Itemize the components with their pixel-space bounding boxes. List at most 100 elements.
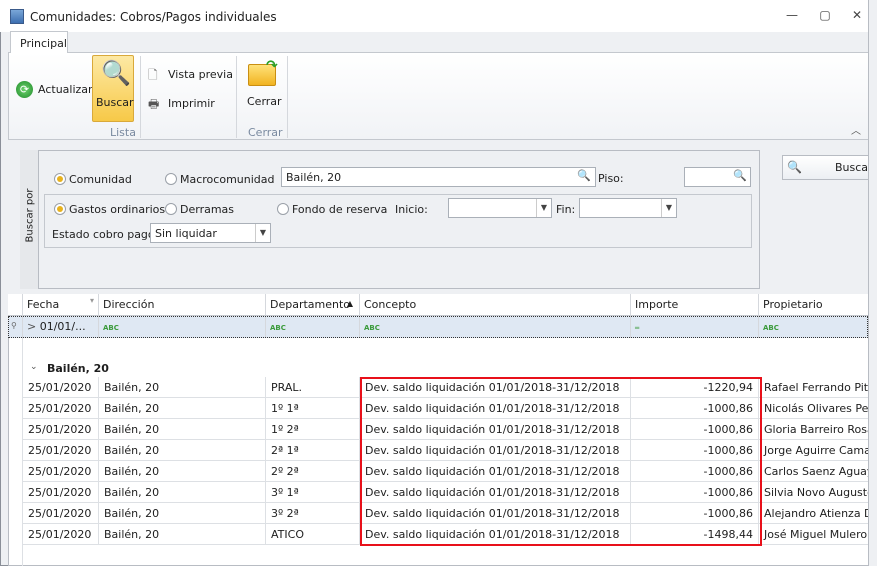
table-cell-fecha[interactable]: 25/01/2020 [23, 440, 99, 461]
vista-previa-label: Vista previa [168, 68, 233, 81]
table-cell-propietario[interactable]: Carlos Saenz Aguayo [759, 461, 869, 482]
table-cell-fecha[interactable]: 25/01/2020 [23, 461, 99, 482]
table-cell-direccion[interactable]: Bailén, 20 [99, 377, 266, 398]
table-cell-direccion[interactable]: Bailén, 20 [99, 419, 266, 440]
magnifier-icon: 🔍 [101, 59, 131, 87]
ribbon [8, 52, 869, 140]
group-cerrar-label: Cerrar [248, 126, 283, 139]
table-cell-depto[interactable]: 2ª 1ª [266, 440, 360, 461]
filter-cell-direccion[interactable]: ABC [99, 316, 266, 338]
column-header-concepto[interactable]: Concepto [360, 294, 631, 316]
buscar-por-label: Buscar por [20, 150, 39, 289]
column-header-depto[interactable]: Departamento ▲ [266, 294, 360, 316]
table-cell-propietario[interactable]: Jorge Aguirre Camarero [759, 440, 869, 461]
inicio-label: Inicio: [395, 203, 428, 216]
table-cell-direccion[interactable]: Bailén, 20 [99, 461, 266, 482]
row-indicator-column [8, 338, 23, 566]
table-cell-depto[interactable]: PRAL. [266, 377, 360, 398]
chevron-down-icon[interactable]: ▼ [536, 199, 551, 217]
search-icon[interactable]: 🔍 [733, 169, 747, 182]
tab-principal[interactable]: Principal [10, 31, 68, 53]
cerrar-ribbon-button[interactable]: ↷ Cerrar [244, 58, 284, 114]
table-cell-propietario[interactable]: Rafael Ferrando Pitarch [759, 377, 869, 398]
printer-icon: 🖶 [148, 97, 160, 111]
vista-previa-button[interactable]: 🗋 Vista previa [148, 66, 233, 84]
print-preview-icon: 🗋 [148, 68, 158, 82]
radio-comunidad[interactable] [54, 173, 66, 185]
column-header-fecha[interactable]: Fecha ▾ [23, 294, 99, 316]
radio-fondo-reserva[interactable] [277, 203, 289, 215]
window-title: Comunidades: Cobros/Pagos individuales [30, 10, 277, 24]
filter-cell-propietario[interactable]: ABC [759, 316, 869, 338]
filter-row-icon: ⚲ [8, 316, 23, 338]
buscar-ribbon-button[interactable]: 🔍 Buscar [92, 55, 134, 122]
comunidad-input[interactable]: Bailén, 20 [281, 167, 596, 187]
table-cell-direccion[interactable]: Bailén, 20 [99, 482, 266, 503]
column-header-direccion[interactable]: Dirección [99, 294, 266, 316]
collapse-ribbon-icon[interactable]: ︿ [851, 122, 861, 137]
divider [287, 56, 288, 138]
table-cell-propietario[interactable]: José Miguel Mulero Egea [759, 524, 869, 545]
cerrar-label: Cerrar [247, 95, 282, 108]
table-cell-propietario[interactable]: Gloria Barreiro Rosa [759, 419, 869, 440]
table-cell-depto[interactable]: 1º 1ª [266, 398, 360, 419]
estado-label: Estado cobro pago: [52, 228, 159, 241]
fondo-label: Fondo de reserva [292, 203, 388, 216]
column-header-propietario[interactable]: Propietario [759, 294, 869, 316]
refresh-icon: ⟳ [16, 81, 33, 98]
chevron-down-icon[interactable]: ▼ [255, 224, 270, 242]
macrocomunidad-label: Macrocomunidad [180, 173, 275, 186]
buscar-button[interactable]: 🔍 Buscar [782, 155, 873, 180]
search-icon[interactable]: 🔍 [577, 169, 591, 182]
gastos-label: Gastos ordinarios [69, 203, 166, 216]
table-cell-propietario[interactable]: Silvia Novo Augusto [759, 482, 869, 503]
table-cell-depto[interactable]: 3º 1ª [266, 482, 360, 503]
close-button[interactable]: ✕ [847, 8, 867, 24]
table-cell-fecha[interactable]: 25/01/2020 [23, 377, 99, 398]
comunidad-label: Comunidad [69, 173, 132, 186]
table-cell-fecha[interactable]: 25/01/2020 [23, 398, 99, 419]
table-cell-fecha[interactable]: 25/01/2020 [23, 503, 99, 524]
divider [140, 56, 141, 138]
scrollbar[interactable] [868, 0, 877, 566]
table-cell-fecha[interactable]: 25/01/2020 [23, 524, 99, 545]
group-row-label: Bailén, 20 [47, 362, 109, 375]
imprimir-label: Imprimir [168, 97, 215, 110]
table-cell-fecha[interactable]: 25/01/2020 [23, 482, 99, 503]
maximize-button[interactable]: ▢ [815, 8, 835, 24]
table-cell-direccion[interactable]: Bailén, 20 [99, 524, 266, 545]
table-cell-fecha[interactable]: 25/01/2020 [23, 419, 99, 440]
row-indicator-header [8, 294, 23, 316]
table-cell-propietario[interactable]: Nicolás Olivares Perello [759, 398, 869, 419]
table-cell-depto[interactable]: 3º 2ª [266, 503, 360, 524]
highlight-box [360, 377, 762, 546]
arrow-icon: ↷ [266, 58, 278, 74]
minimize-button[interactable]: — [782, 8, 802, 24]
filter-cell-depto[interactable]: ABC [266, 316, 360, 338]
radio-macrocomunidad[interactable] [165, 173, 177, 185]
table-cell-direccion[interactable]: Bailén, 20 [99, 503, 266, 524]
table-cell-depto[interactable]: ATICO [266, 524, 360, 545]
imprimir-button[interactable]: 🖶 Imprimir [148, 95, 233, 113]
table-cell-depto[interactable]: 1º 2ª [266, 419, 360, 440]
chevron-down-icon[interactable]: ▼ [661, 199, 676, 217]
table-cell-direccion[interactable]: Bailén, 20 [99, 398, 266, 419]
filter-cell-fecha[interactable]: > 01/01/... [23, 316, 99, 338]
app-icon [10, 9, 24, 24]
radio-gastos-ordinarios[interactable] [54, 203, 66, 215]
divider [236, 56, 237, 138]
column-header-importe[interactable]: Importe [631, 294, 759, 316]
estado-select[interactable]: Sin liquidar [150, 223, 271, 243]
filter-cell-concepto[interactable]: ABC [360, 316, 631, 338]
buscar-label: Buscar [96, 96, 134, 109]
table-cell-propietario[interactable]: Alejandro Atienza Dorado [759, 503, 869, 524]
table-cell-direccion[interactable]: Bailén, 20 [99, 440, 266, 461]
group-lista-label: Lista [110, 126, 136, 139]
filter-cell-importe[interactable]: ═ [631, 316, 759, 338]
buscar-button-label: Buscar [835, 161, 873, 174]
actualizar-label: Actualizar [38, 83, 93, 96]
table-cell-depto[interactable]: 2º 2ª [266, 461, 360, 482]
chevron-down-icon[interactable]: ⌄ [30, 362, 38, 372]
derramas-label: Derramas [180, 203, 235, 216]
radio-derramas[interactable] [165, 203, 177, 215]
